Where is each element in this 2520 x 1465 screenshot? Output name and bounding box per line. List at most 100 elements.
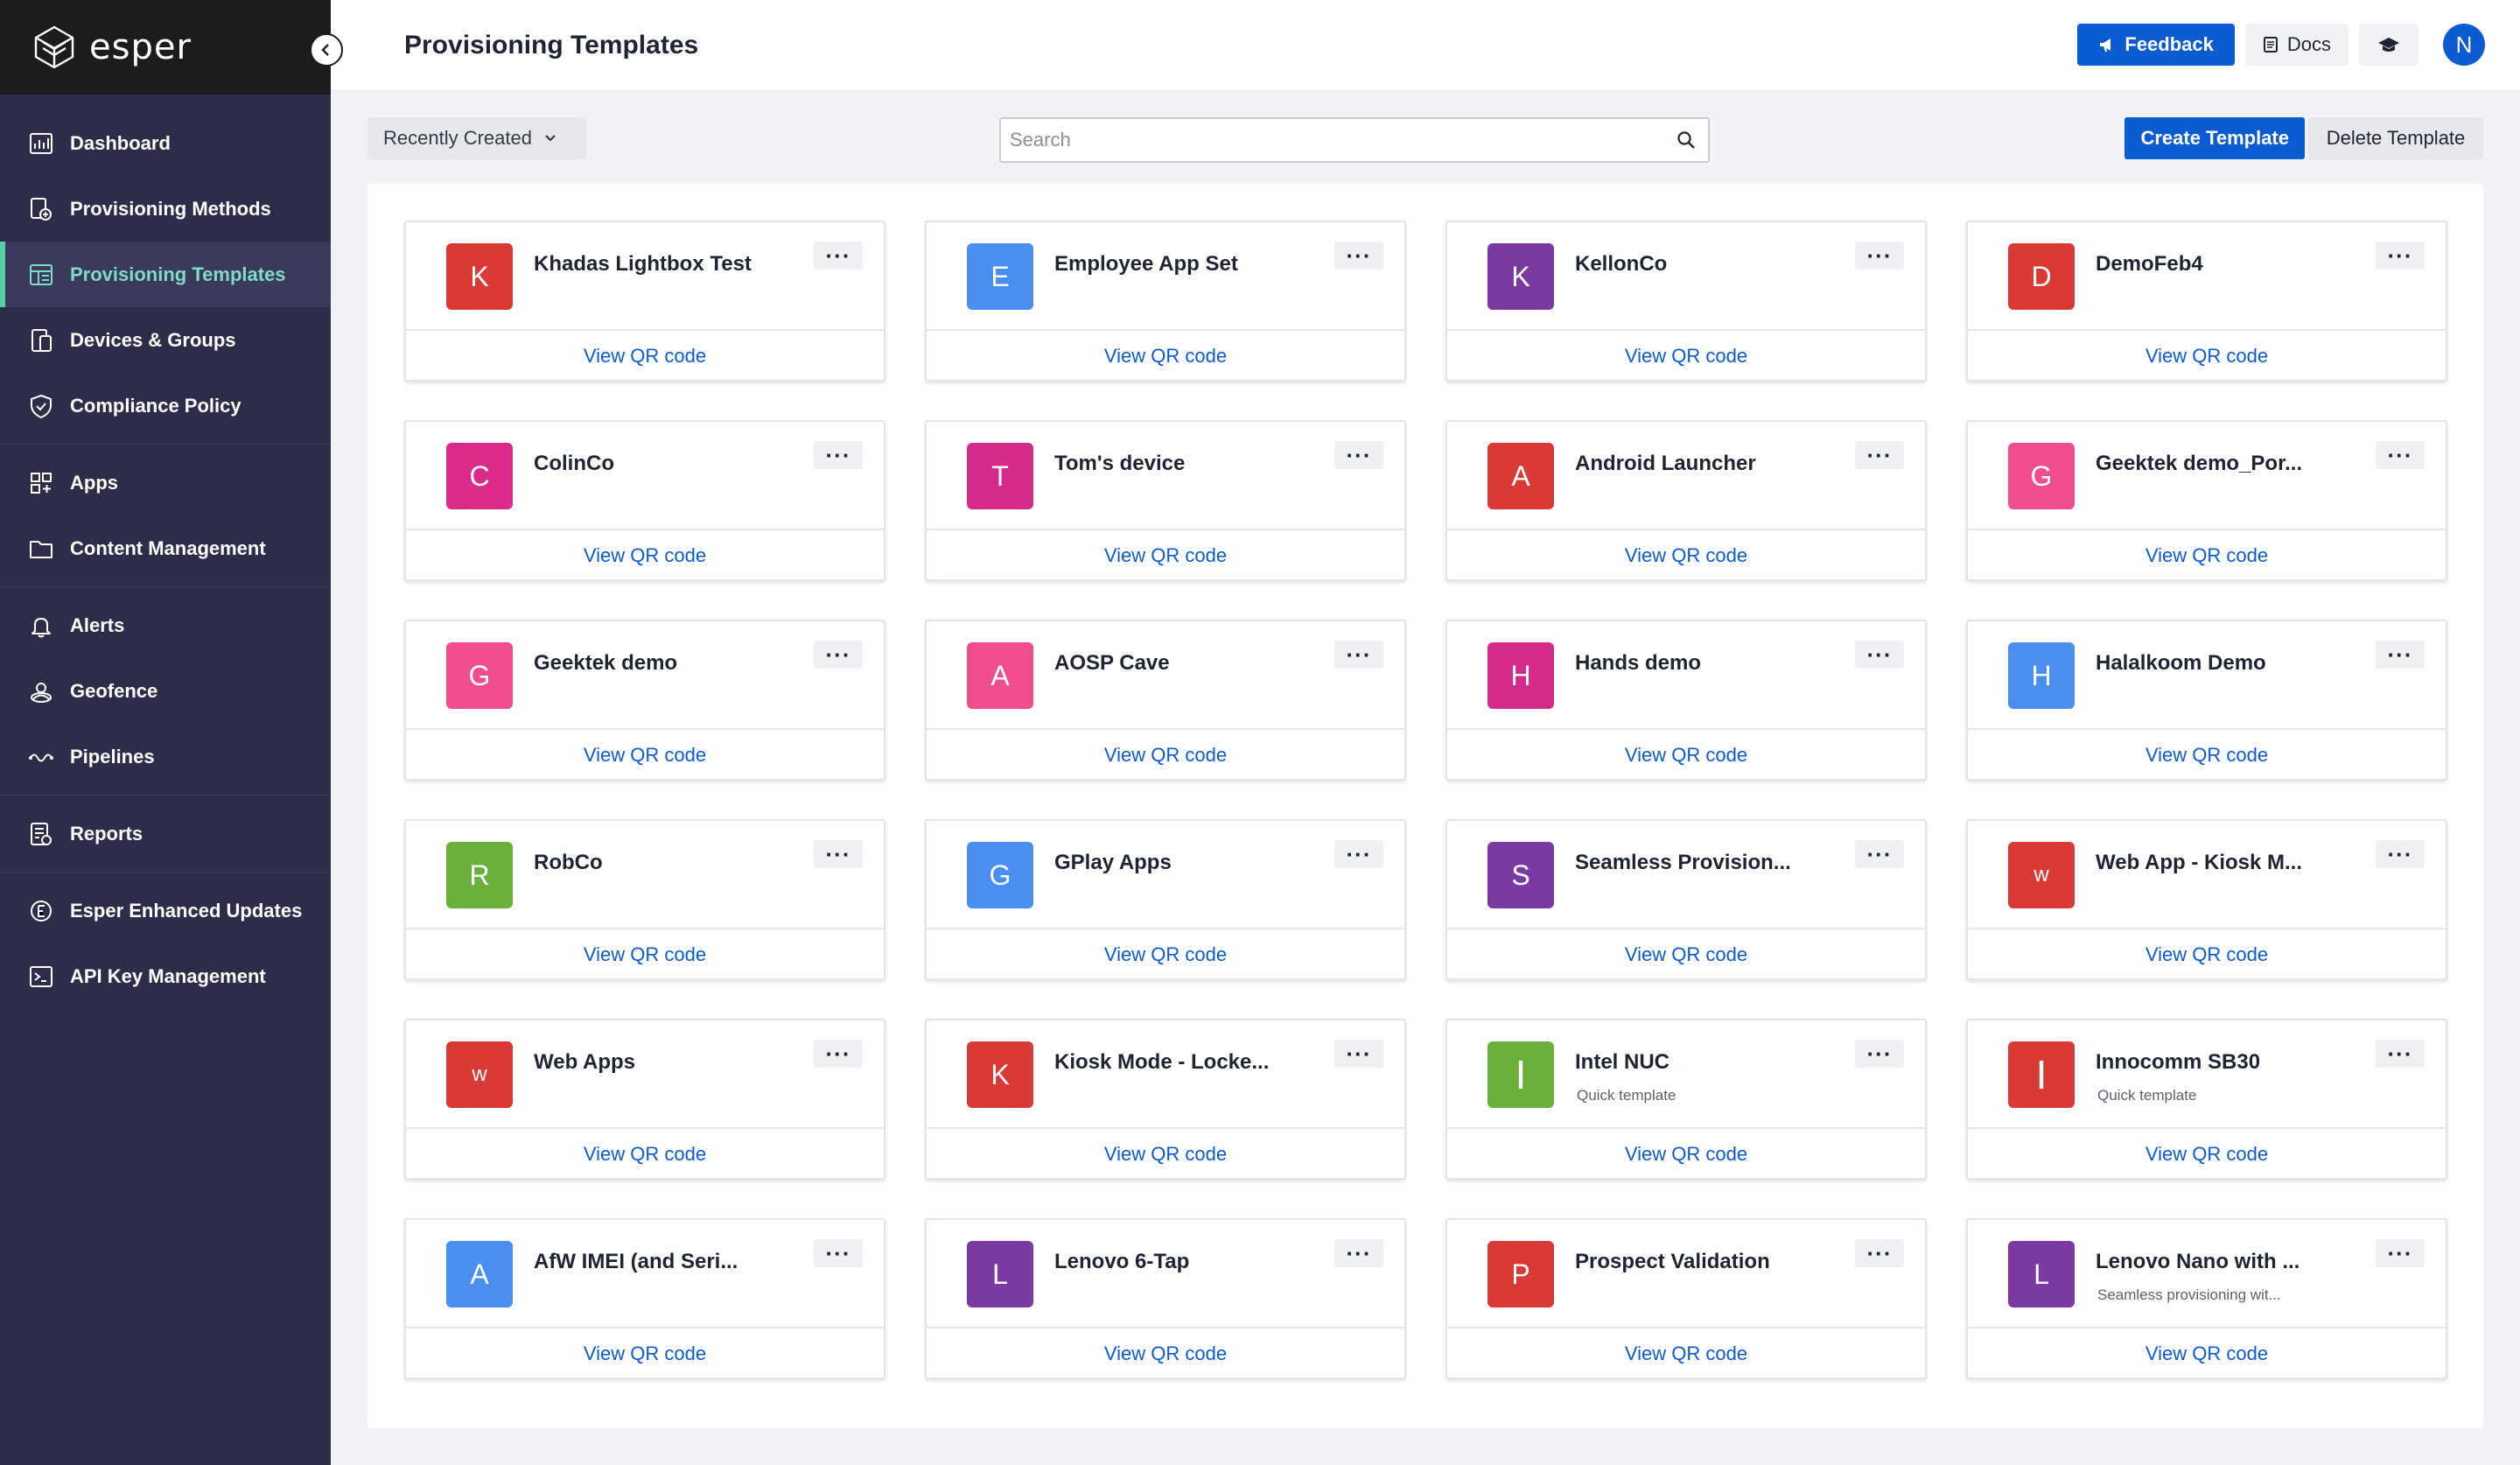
template-card[interactable]: S Seamless Provision... ··· View QR code — [1446, 819, 1927, 980]
template-card[interactable]: P Prospect Validation ··· View QR code — [1446, 1218, 1927, 1379]
create-template-button[interactable]: Create Template — [2124, 117, 2305, 159]
sidebar-item-dashboard[interactable]: Dashboard — [0, 110, 331, 176]
template-card[interactable]: K Kiosk Mode - Locke... ··· View QR code — [925, 1019, 1406, 1180]
template-card[interactable]: w Web App - Kiosk M... ··· View QR code — [1966, 819, 2447, 980]
template-card[interactable]: G Geektek demo_Por... ··· View QR code — [1966, 420, 2447, 581]
search-icon[interactable] — [1664, 130, 1708, 150]
view-qr-code-link[interactable]: View QR code — [406, 1328, 884, 1379]
more-options-icon[interactable]: ··· — [2376, 441, 2425, 469]
search-input[interactable] — [1001, 119, 1664, 161]
view-qr-code-link[interactable]: View QR code — [406, 530, 884, 581]
sidebar-item-reports[interactable]: Reports — [0, 801, 331, 866]
sidebar-item-content-management[interactable]: Content Management — [0, 515, 331, 581]
learn-button[interactable] — [2359, 24, 2418, 66]
more-options-icon[interactable]: ··· — [2376, 242, 2425, 270]
collapse-sidebar-button[interactable] — [310, 33, 343, 67]
nav-group: Esper Enhanced Updates API Key Management — [0, 873, 331, 1014]
view-qr-code-link[interactable]: View QR code — [927, 1129, 1404, 1180]
template-avatar: H — [1488, 642, 1554, 709]
view-qr-code-link[interactable]: View QR code — [1447, 530, 1925, 581]
view-qr-code-link[interactable]: View QR code — [927, 730, 1404, 781]
view-qr-code-link[interactable]: View QR code — [1968, 730, 2446, 781]
sidebar-item-provisioning-templates[interactable]: Provisioning Templates — [0, 242, 331, 307]
more-options-icon[interactable]: ··· — [1334, 441, 1383, 469]
view-qr-code-link[interactable]: View QR code — [1968, 530, 2446, 581]
template-card[interactable]: w Web Apps ··· View QR code — [404, 1019, 886, 1180]
view-qr-code-link[interactable]: View QR code — [1968, 1328, 2446, 1379]
more-options-icon[interactable]: ··· — [1855, 1239, 1904, 1267]
template-card[interactable]: I Innocomm SB30 Quick template ··· View QR c… — [1966, 1019, 2447, 1180]
view-qr-code-link[interactable]: View QR code — [406, 1129, 884, 1180]
more-options-icon[interactable]: ··· — [2376, 1040, 2425, 1068]
more-options-icon[interactable]: ··· — [1334, 840, 1383, 868]
template-card[interactable]: G Geektek demo ··· View QR code — [404, 620, 886, 781]
more-options-icon[interactable]: ··· — [814, 441, 863, 469]
view-qr-code-link[interactable]: View QR code — [927, 1328, 1404, 1379]
view-qr-code-link[interactable]: View QR code — [1968, 1129, 2446, 1180]
template-card[interactable]: G GPlay Apps ··· View QR code — [925, 819, 1406, 980]
feedback-button[interactable]: Feedback — [2077, 24, 2235, 66]
template-card[interactable]: K Khadas Lightbox Test ··· View QR code — [404, 221, 886, 382]
more-options-icon[interactable]: ··· — [1334, 1040, 1383, 1068]
user-avatar[interactable]: N — [2443, 24, 2485, 66]
view-qr-code-link[interactable]: View QR code — [406, 929, 884, 980]
more-options-icon[interactable]: ··· — [1855, 840, 1904, 868]
template-card[interactable]: E Employee App Set ··· View QR code — [925, 221, 1406, 382]
more-options-icon[interactable]: ··· — [814, 242, 863, 270]
more-options-icon[interactable]: ··· — [814, 1239, 863, 1267]
more-options-icon[interactable]: ··· — [1855, 242, 1904, 270]
template-card[interactable]: A AfW IMEI (and Seri... ··· View QR code — [404, 1218, 886, 1379]
template-card[interactable]: D DemoFeb4 ··· View QR code — [1966, 221, 2447, 382]
sidebar-item-compliance-policy[interactable]: Compliance Policy — [0, 373, 331, 438]
template-card[interactable]: R RobCo ··· View QR code — [404, 819, 886, 980]
sidebar-item-provisioning-methods[interactable]: Provisioning Methods — [0, 176, 331, 242]
template-card[interactable]: A AOSP Cave ··· View QR code — [925, 620, 1406, 781]
view-qr-code-link[interactable]: View QR code — [1447, 1129, 1925, 1180]
sidebar-item-geofence[interactable]: Geofence — [0, 658, 331, 724]
more-options-icon[interactable]: ··· — [1334, 1239, 1383, 1267]
template-name: Tom's device — [1054, 452, 1186, 475]
view-qr-code-link[interactable]: View QR code — [1447, 929, 1925, 980]
template-card[interactable]: L Lenovo 6-Tap ··· View QR code — [925, 1218, 1406, 1379]
view-qr-code-link[interactable]: View QR code — [406, 730, 884, 781]
view-qr-code-link[interactable]: View QR code — [1447, 730, 1925, 781]
template-card[interactable]: C ColinCo ··· View QR code — [404, 420, 886, 581]
view-qr-code-link[interactable]: View QR code — [927, 530, 1404, 581]
more-options-icon[interactable]: ··· — [1855, 641, 1904, 669]
more-options-icon[interactable]: ··· — [814, 840, 863, 868]
template-card[interactable]: A Android Launcher ··· View QR code — [1446, 420, 1927, 581]
view-qr-code-link[interactable]: View QR code — [1447, 331, 1925, 382]
sidebar-item-label: Alerts — [70, 613, 125, 636]
view-qr-code-link[interactable]: View QR code — [1447, 1328, 1925, 1379]
megaphone-icon — [2100, 39, 2111, 52]
more-options-icon[interactable]: ··· — [1855, 1040, 1904, 1068]
sidebar-item-api-key-management[interactable]: API Key Management — [0, 943, 331, 1009]
more-options-icon[interactable]: ··· — [1334, 641, 1383, 669]
more-options-icon[interactable]: ··· — [1334, 242, 1383, 270]
more-options-icon[interactable]: ··· — [814, 641, 863, 669]
sidebar-item-apps[interactable]: Apps — [0, 450, 331, 515]
template-card[interactable]: H Hands demo ··· View QR code — [1446, 620, 1927, 781]
view-qr-code-link[interactable]: View QR code — [406, 331, 884, 382]
sidebar-item-devices-groups[interactable]: Devices & Groups — [0, 307, 331, 373]
sidebar-item-alerts[interactable]: Alerts — [0, 592, 331, 658]
template-card[interactable]: K KellonCo ··· View QR code — [1446, 221, 1927, 382]
view-qr-code-link[interactable]: View QR code — [927, 331, 1404, 382]
more-options-icon[interactable]: ··· — [2376, 641, 2425, 669]
template-card[interactable]: T Tom's device ··· View QR code — [925, 420, 1406, 581]
sidebar-item-esper-enhanced-updates[interactable]: Esper Enhanced Updates — [0, 878, 331, 943]
more-options-icon[interactable]: ··· — [1855, 441, 1904, 469]
more-options-icon[interactable]: ··· — [2376, 1239, 2425, 1267]
more-options-icon[interactable]: ··· — [814, 1040, 863, 1068]
view-qr-code-link[interactable]: View QR code — [1968, 331, 2446, 382]
template-card[interactable]: L Lenovo Nano with ... Seamless provisioni… — [1966, 1218, 2447, 1379]
delete-template-button[interactable]: Delete Template — [2308, 117, 2483, 159]
view-qr-code-link[interactable]: View QR code — [1968, 929, 2446, 980]
template-card[interactable]: H Halalkoom Demo ··· View QR code — [1966, 620, 2447, 781]
sidebar-item-pipelines[interactable]: Pipelines — [0, 724, 331, 789]
docs-button[interactable]: Docs — [2244, 24, 2348, 66]
sort-dropdown[interactable]: Recently Created — [368, 117, 586, 159]
template-card[interactable]: I Intel NUC Quick template ··· View QR code — [1446, 1019, 1927, 1180]
more-options-icon[interactable]: ··· — [2376, 840, 2425, 868]
view-qr-code-link[interactable]: View QR code — [927, 929, 1404, 980]
